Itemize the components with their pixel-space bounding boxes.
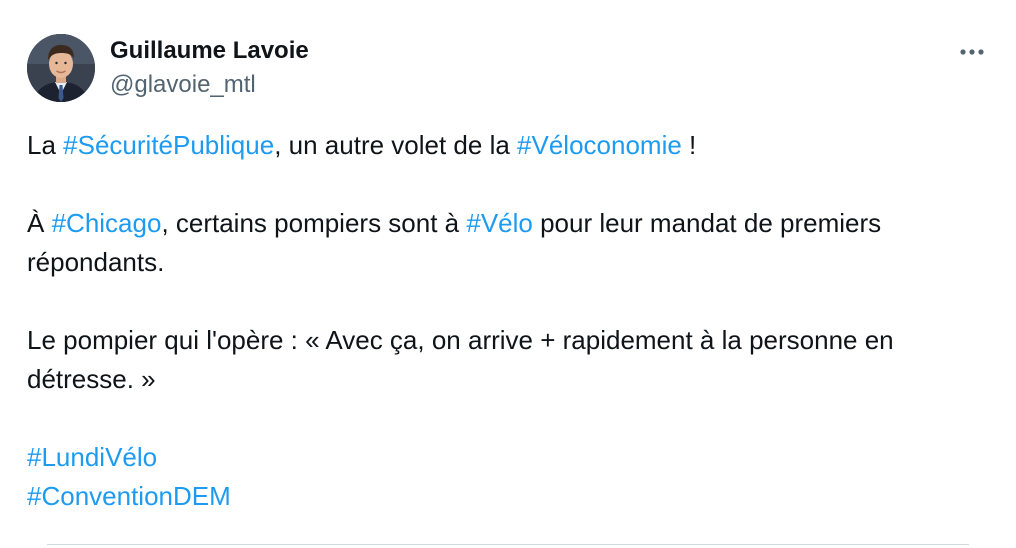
author-handle[interactable]: @glavoie_mtl: [110, 70, 256, 100]
tweet-paragraph-2: À #Chicago, certains pompiers sont à #Vé…: [27, 204, 987, 282]
avatar[interactable]: [27, 34, 95, 102]
text-run: Le pompier qui l'opère : « Avec ça, on a…: [27, 325, 894, 394]
hashtag-link-lundivelo[interactable]: #LundiVélo: [27, 442, 157, 472]
hashtag-link-velo[interactable]: #Vélo: [466, 208, 533, 238]
hashtag-link-veloconomie[interactable]: #Véloconomie: [517, 130, 682, 160]
more-options-button[interactable]: [952, 36, 992, 68]
tweet-paragraph-3: Le pompier qui l'opère : « Avec ça, on a…: [27, 321, 987, 399]
hashtag-link-conventiondem[interactable]: #ConventionDEM: [27, 481, 231, 511]
text-run: !: [681, 130, 697, 160]
tweet-text: La #SécuritéPublique, un autre volet de …: [27, 126, 987, 516]
more-horizontal-icon: [960, 49, 984, 55]
author-name[interactable]: Guillaume Lavoie: [110, 36, 309, 66]
tweet-hashtags: #LundiVélo #ConventionDEM: [27, 438, 987, 516]
text-run: , certains pompiers sont à: [161, 208, 467, 238]
tweet-paragraph-1: La #SécuritéPublique, un autre volet de …: [27, 126, 987, 165]
hashtag-link-chicago[interactable]: #Chicago: [52, 208, 162, 238]
text-run: , un autre volet de la: [274, 130, 518, 160]
tweet-card: Guillaume Lavoie @glavoie_mtl La #Sécuri…: [0, 0, 1016, 548]
avatar-image: [27, 34, 95, 102]
text-run: La: [27, 130, 64, 160]
hashtag-link-securitepublique[interactable]: #SécuritéPublique: [63, 130, 274, 160]
text-run: À: [27, 208, 52, 238]
divider: [47, 544, 969, 545]
